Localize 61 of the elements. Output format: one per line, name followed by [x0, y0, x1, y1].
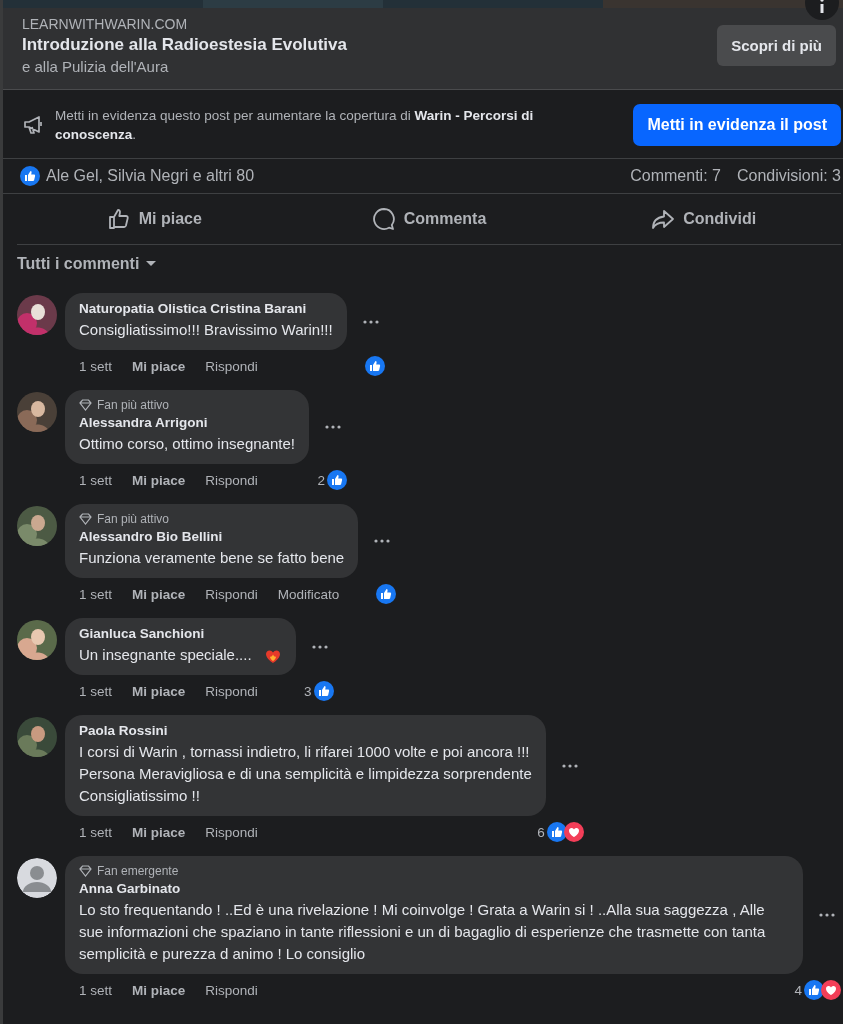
- like-link[interactable]: Mi piace: [132, 982, 186, 998]
- comment-text: Lo sto frequentando ! ..Ed è una rivelazione ! Mi coinvolge ! Grata a Warin si ! ..Alla sua saggezza , Alle sue informazioni che spaziano in tante riflessioni e un di bagaglio di esperienze che trasmette con tanta semplicità e purezza d animo ! Lo consiglio: [79, 900, 767, 964]
- reaction-count: 3: [304, 683, 312, 699]
- caret-icon: [145, 260, 158, 268]
- link-domain: LEARNWITHWARIN.COM: [22, 16, 189, 32]
- like-link[interactable]: Mi piace: [132, 586, 186, 602]
- link-title: Introduzione alla Radioestesia Evolutiva: [22, 35, 347, 55]
- diamond-icon: [79, 865, 92, 877]
- speech-bubble-icon: [371, 207, 396, 231]
- megaphone-icon: [23, 115, 45, 135]
- commenter-name[interactable]: Gianluca Sanchioni: [79, 626, 282, 641]
- comment-text: Consigliatissimo!!! Bravissimo Warin!!!: [79, 320, 333, 340]
- like-link[interactable]: Mi piace: [132, 472, 186, 488]
- share-action-button[interactable]: Condividi: [566, 198, 841, 240]
- reaction-count: 4: [794, 982, 802, 998]
- comment-text: Funziona veramente bene se fatto bene: [79, 548, 345, 568]
- commenter-name[interactable]: Alessandro Bio Bellini: [79, 529, 345, 544]
- commenter-name[interactable]: Alessandra Arrigoni: [79, 415, 295, 430]
- comment-text: Ottimo corso, ottimo insegnante!: [79, 434, 295, 454]
- comment-time: 1 sett: [79, 472, 113, 488]
- reply-link[interactable]: Rispondi: [205, 982, 258, 998]
- reply-link[interactable]: Rispondi: [205, 472, 258, 488]
- comments-count[interactable]: Commenti: 7: [630, 167, 721, 185]
- comment-time: 1 sett: [79, 982, 113, 998]
- commenter-name[interactable]: Paola Rossini: [79, 723, 532, 738]
- commenter-name[interactable]: Anna Garbinato: [79, 881, 789, 896]
- commenter-name[interactable]: Naturopatia Olistica Cristina Barani: [79, 301, 333, 316]
- diamond-icon: [79, 513, 92, 525]
- comment-text: Un insegnante speciale....: [79, 644, 282, 666]
- reply-link[interactable]: Rispondi: [205, 358, 258, 374]
- boost-message: Metti in evidenza questo post per aumentare la copertura di Warin - Percorsi di conoscenza.: [55, 107, 535, 144]
- comment-filter-dropdown[interactable]: Tutti i commenti: [3, 245, 158, 279]
- reply-link[interactable]: Rispondi: [205, 683, 258, 699]
- fan-status-label: Fan emergente: [97, 864, 179, 878]
- reaction-count: 6: [537, 824, 545, 840]
- comment-time: 1 sett: [79, 586, 113, 602]
- shares-count[interactable]: Condivisioni: 3: [736, 167, 841, 185]
- boost-post-button[interactable]: Metti in evidenza il post: [633, 104, 841, 146]
- link-subtitle: e alla Pulizia dell'Aura: [22, 58, 170, 75]
- reply-link[interactable]: Rispondi: [205, 586, 258, 602]
- comment-action-button[interactable]: Commenta: [291, 198, 567, 240]
- like-link[interactable]: Mi piace: [132, 683, 186, 699]
- reaction-count: 2: [317, 472, 325, 488]
- comment-text: I corsi di Warin , tornassi indietro, li rifarei 1000 volte e poi ancora !!! Persona Meravigliosa e di una semplicità e limpidezza sorprendente Consigliatissimo !!: [79, 742, 532, 806]
- comment-time: 1 sett: [79, 358, 113, 374]
- diamond-icon: [79, 399, 92, 411]
- like-reaction-icon: [20, 166, 40, 186]
- like-link[interactable]: Mi piace: [132, 358, 186, 374]
- reactors-link[interactable]: Ale Gel, Silvia Negri e altri 80: [46, 167, 255, 184]
- thumbs-up-icon: [106, 207, 131, 231]
- edited-label: Modificato: [277, 586, 340, 602]
- like-action-button[interactable]: Mi piace: [17, 198, 292, 240]
- reply-link[interactable]: Rispondi: [205, 824, 258, 840]
- like-link[interactable]: Mi piace: [132, 824, 186, 840]
- share-arrow-icon: [651, 207, 676, 231]
- comment-time: 1 sett: [79, 683, 113, 699]
- fan-status-label: Fan più attivo: [97, 512, 170, 526]
- fan-status-label: Fan più attivo: [97, 398, 170, 412]
- link-preview-card[interactable]: LEARNWITHWARIN.COM Introduzione alla Radioestesia Evolutiva e alla Pulizia dell'Aura Scopri di più: [3, 8, 843, 90]
- comment-time: 1 sett: [79, 824, 113, 840]
- learn-more-button[interactable]: Scopri di più: [717, 25, 836, 66]
